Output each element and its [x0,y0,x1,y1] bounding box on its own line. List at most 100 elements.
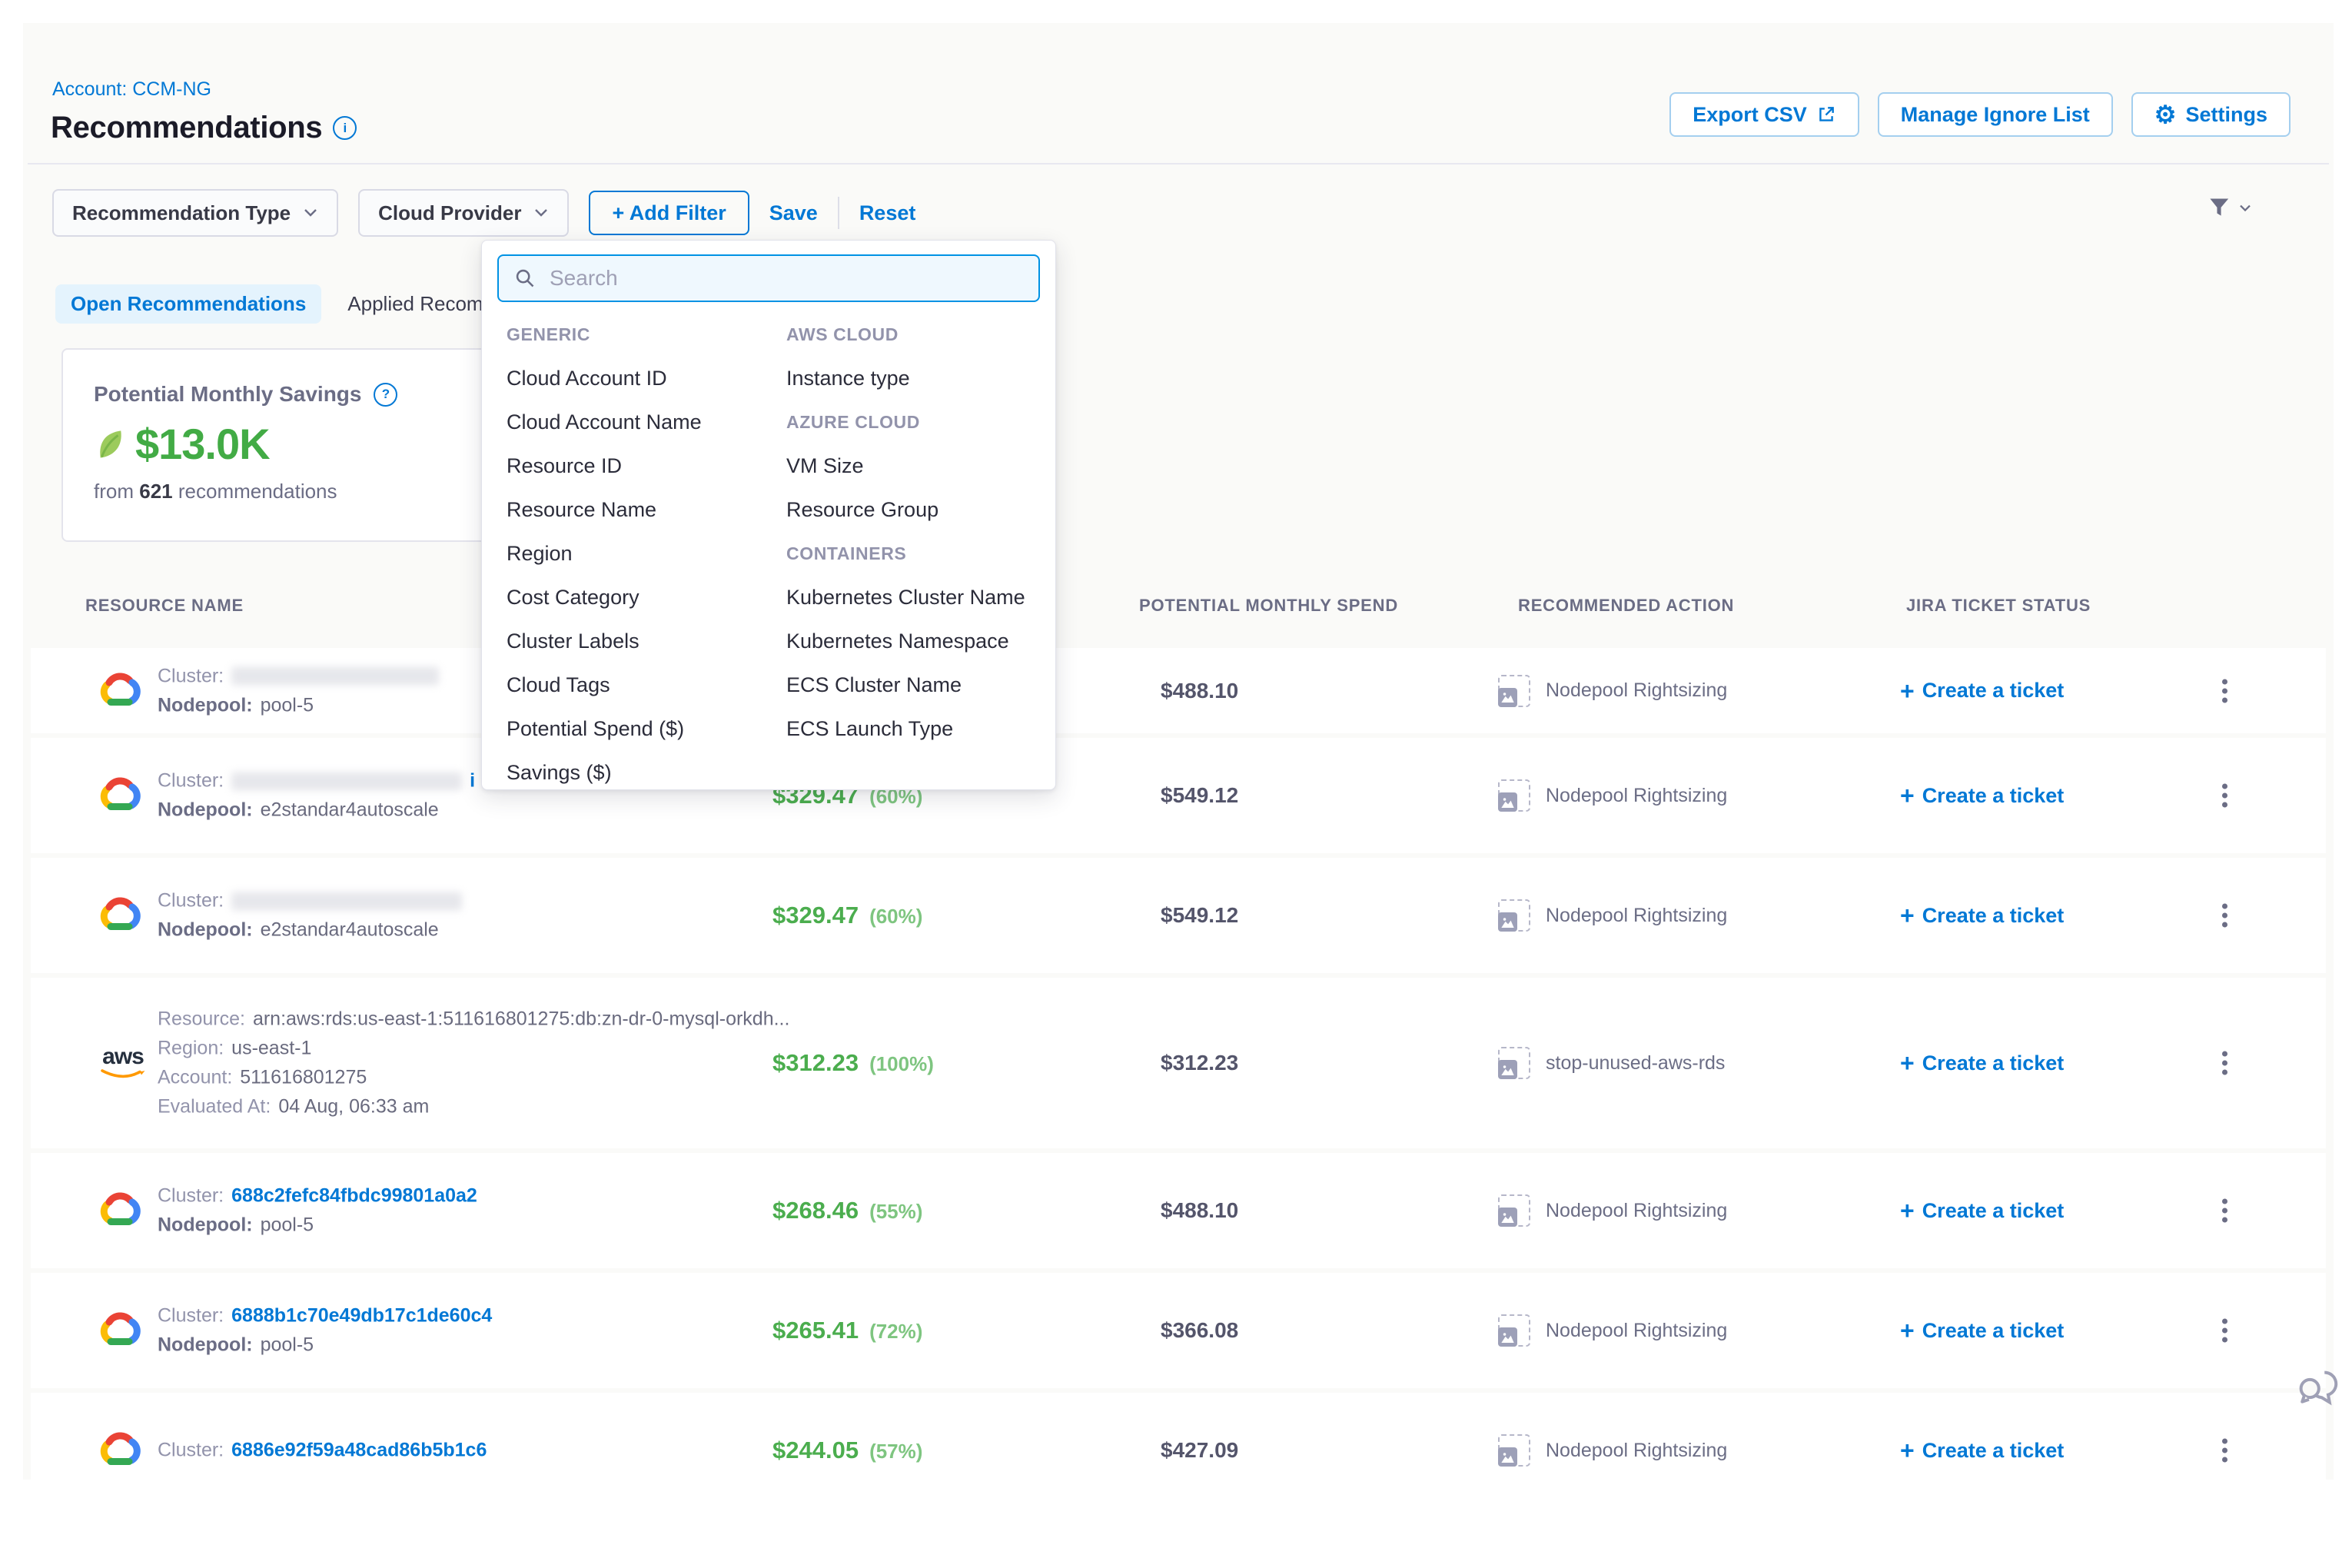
add-filter-button[interactable]: + Add Filter [589,191,749,235]
redacted-cluster-name [231,892,462,910]
col-header-recommended-action[interactable]: RECOMMENDED ACTION [1518,596,1734,616]
filter-option[interactable]: Cloud Tags [507,663,760,707]
resource-line-value: pool-5 [261,1214,314,1237]
filter-option[interactable]: Cluster Labels [507,620,760,663]
header-divider [28,163,2329,164]
row-menu-kebab-icon[interactable] [2217,1191,2232,1231]
filter-option[interactable]: VM Size [786,444,1040,488]
filter-option[interactable]: Resource Group [786,488,1040,532]
filter-dropdown-column-generic: GENERICCloud Account IDCloud Account Nam… [507,313,760,795]
export-csv-label: Export CSV [1693,103,1807,127]
save-filter-button[interactable]: Save [769,201,818,225]
page-title: Recommendations [51,111,322,145]
potential-monthly-savings-cell: $312.23(100%) [772,1049,934,1077]
filter-option[interactable]: Savings ($) [507,751,760,795]
chat-support-icon[interactable] [2297,1367,2341,1421]
plus-icon: + [1900,903,1915,928]
savings-sub-suffix: recommendations [178,480,337,503]
table-row[interactable]: Cluster:6886e92f59a48cad86b5b1c6$244.05(… [31,1393,2326,1480]
filter-option[interactable]: Region [507,532,760,576]
create-ticket-button[interactable]: +Create a ticket [1900,1198,2064,1223]
search-icon [514,267,536,289]
create-ticket-label: Create a ticket [1922,1439,2065,1463]
reset-filter-button[interactable]: Reset [859,201,916,225]
resource-line: Nodepool:pool-5 [158,1334,492,1357]
filter-option[interactable]: ECS Launch Type [786,707,1040,751]
filter-option[interactable]: Potential Spend ($) [507,707,760,751]
filter-group-header: AWS CLOUD [786,313,1040,357]
table-row[interactable]: Cluster:iNodepool:e2standar4autoscale$32… [31,738,2326,853]
create-ticket-label: Create a ticket [1922,1319,2065,1343]
cluster-link[interactable]: 6888b1c70e49db17c1de60c4 [231,1305,492,1327]
resource-line: Cluster: 6888b1c70e49db17c1de60c4 [158,1305,492,1327]
settings-button[interactable]: ⚙ Settings [2131,92,2291,137]
create-ticket-button[interactable]: +Create a ticket [1900,1318,2064,1343]
filter-option[interactable]: Resource Name [507,488,760,532]
filter-panel-toggle[interactable] [2207,195,2252,221]
plus-icon: + [1900,1051,1915,1075]
cluster-link[interactable]: 688c2fefc84fbdc99801a0a2 [231,1185,477,1208]
filter-option[interactable]: Resource ID [507,444,760,488]
rightsizing-action-icon [1498,1434,1530,1467]
table-row[interactable]: Cluster:688c2fefc84fbdc99801a0a2Nodepool… [31,1153,2326,1268]
provider-icon-cell [98,898,141,934]
export-csv-button[interactable]: Export CSV [1669,92,1859,137]
create-ticket-label: Create a ticket [1922,1199,2065,1223]
filter-option[interactable]: Kubernetes Cluster Name [786,576,1040,620]
cloud-provider-filter[interactable]: Cloud Provider [358,189,569,237]
recommendation-type-filter[interactable]: Recommendation Type [52,189,338,237]
recommended-action-cell: Nodepool Rightsizing [1498,1434,1727,1467]
manage-ignore-list-button[interactable]: Manage Ignore List [1878,92,2113,137]
row-menu-kebab-icon[interactable] [2217,1311,2232,1351]
savings-percent: (100%) [869,1052,934,1076]
row-menu-kebab-icon[interactable] [2217,670,2232,711]
filter-option[interactable]: Cost Category [507,576,760,620]
resource-line-label: Region: [158,1038,224,1060]
cluster-link-fragment[interactable]: i [470,770,475,792]
col-header-potential-monthly-spend[interactable]: POTENTIAL MONTHLY SPEND [1139,596,1398,616]
filter-search-input[interactable] [548,265,1023,291]
resource-line: Nodepool:pool-5 [158,694,439,716]
create-ticket-button[interactable]: +Create a ticket [1900,1438,2064,1463]
create-ticket-button[interactable]: +Create a ticket [1900,1051,2064,1075]
recommended-action-cell: Nodepool Rightsizing [1498,675,1727,707]
table-row[interactable]: Cluster:Nodepool:pool-5$488.10Nodepool R… [31,648,2326,733]
resource-line: Cluster: [158,890,462,912]
row-menu-kebab-icon[interactable] [2217,1043,2232,1084]
breadcrumb-account[interactable]: Account: CCM-NG [52,78,211,101]
filter-option[interactable]: Instance type [786,357,1040,400]
row-menu-kebab-icon[interactable] [2217,776,2232,816]
potential-monthly-spend-cell: $549.12 [1161,783,1238,808]
potential-monthly-savings-cell: $329.47(60%) [772,902,922,929]
content-panel: Account: CCM-NG Recommendations i Export… [23,23,2334,1480]
table-row[interactable]: Cluster:Nodepool:e2standar4autoscale$329… [31,858,2326,973]
resource-line-value: 511616801275 [240,1067,367,1089]
table-row[interactable]: awsResource:arn:aws:rds:us-east-1:511616… [31,978,2326,1148]
savings-percent: (60%) [869,905,922,929]
tab-open-recommendations[interactable]: Open Recommendations [55,284,321,324]
filter-option[interactable]: ECS Cluster Name [786,663,1040,707]
info-icon[interactable]: i [333,116,357,140]
resource-line-label: Cluster: [158,1305,224,1327]
savings-percent: (72%) [869,1320,922,1344]
resource-line-label: Resource: [158,1008,245,1031]
col-header-jira-ticket-status[interactable]: JIRA TICKET STATUS [1906,596,2091,616]
resource-line-label: Nodepool: [158,694,253,716]
filter-option[interactable]: Cloud Account ID [507,357,760,400]
resource-line-value: e2standar4autoscale [261,919,439,942]
filter-option[interactable]: Cloud Account Name [507,400,760,444]
savings-percent: (55%) [869,1200,922,1224]
provider-icon-cell: aws [98,1045,148,1081]
col-header-resource-name[interactable]: RESOURCE NAME [85,596,244,616]
table-row[interactable]: Cluster: 6888b1c70e49db17c1de60c4 Nodepool… [31,1273,2326,1388]
create-ticket-button[interactable]: +Create a ticket [1900,679,2064,703]
cluster-link[interactable]: 6886e92f59a48cad86b5b1c6 [231,1440,487,1462]
row-menu-kebab-icon[interactable] [2217,1430,2232,1471]
filter-option[interactable]: Kubernetes Namespace [786,620,1040,663]
row-menu-kebab-icon[interactable] [2217,895,2232,936]
create-ticket-button[interactable]: +Create a ticket [1900,903,2064,928]
plus-icon: + [1900,679,1915,703]
help-icon[interactable]: ? [374,383,397,407]
create-ticket-button[interactable]: +Create a ticket [1900,783,2064,808]
provider-icon-cell [98,1313,141,1349]
